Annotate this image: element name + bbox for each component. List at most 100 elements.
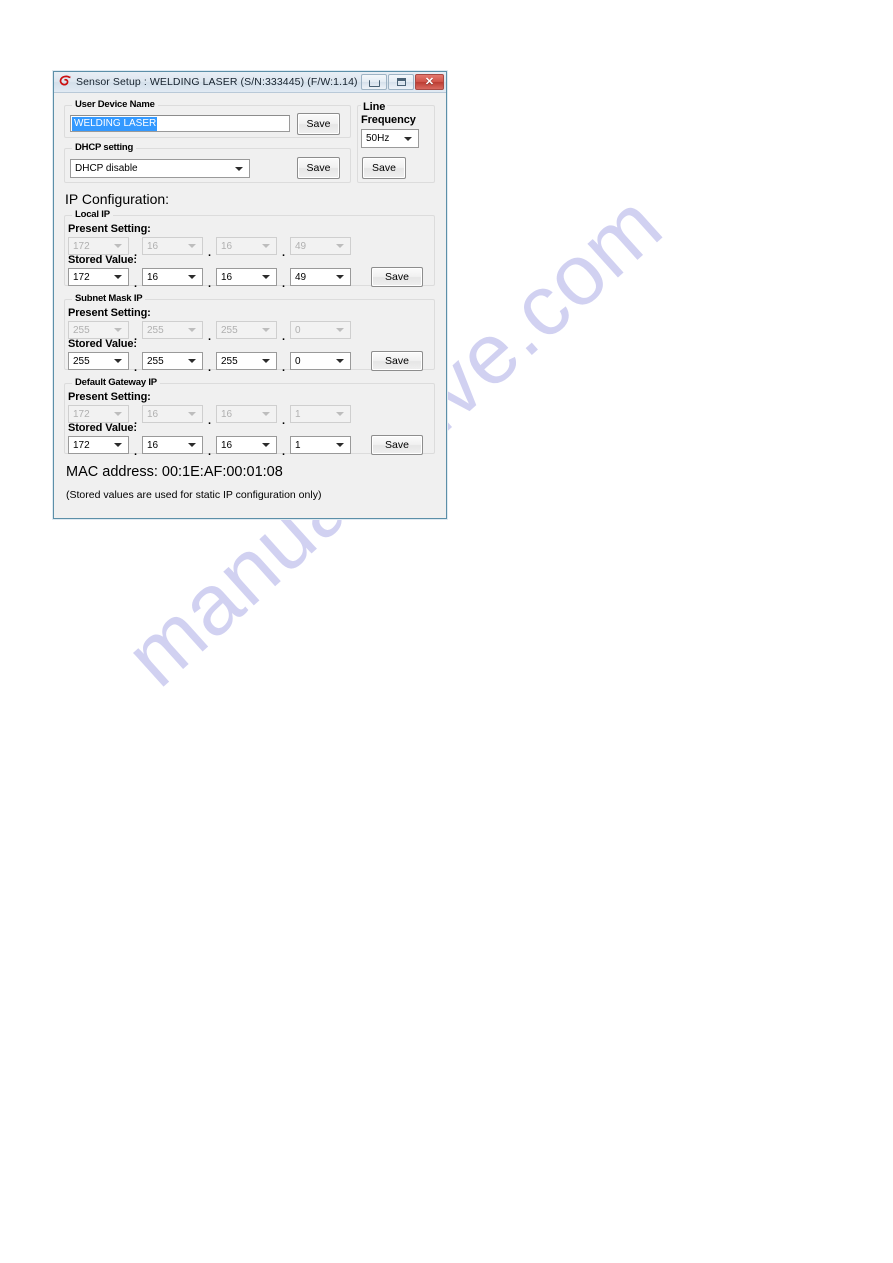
- dhcp-select[interactable]: DHCP disable: [70, 159, 250, 178]
- ip-separator: .: [282, 446, 286, 458]
- dhcp-value: DHCP disable: [75, 163, 138, 174]
- minimize-button[interactable]: [361, 74, 387, 90]
- ip-separator: .: [208, 278, 212, 290]
- user-device-name-value: WELDING LASER: [72, 116, 158, 131]
- window-title-bar: Sensor Setup : WELDING LASER (S/N:333445…: [54, 72, 446, 93]
- subnet-mask-stored-octet-4[interactable]: 0: [290, 352, 351, 370]
- ip-separator: .: [208, 415, 212, 427]
- default-gateway-stored-octet-3[interactable]: 16: [216, 436, 277, 454]
- local-ip-present-octet-3: 16: [216, 237, 277, 255]
- user-device-name-input[interactable]: WELDING LASER: [70, 115, 290, 132]
- window-title: Sensor Setup : WELDING LASER (S/N:333445…: [76, 76, 360, 88]
- subnet-mask-present-octet-1: 255: [68, 321, 129, 339]
- ip-separator: .: [134, 278, 138, 290]
- ip-separator: .: [282, 247, 286, 259]
- chevron-down-icon: [336, 359, 344, 363]
- chevron-down-icon: [114, 328, 122, 332]
- octet-value: 1: [295, 408, 301, 420]
- app-spiral-icon: [58, 75, 72, 89]
- chevron-down-icon: [336, 328, 344, 332]
- local-ip-save-label: Save: [385, 271, 409, 283]
- octet-value: 0: [295, 324, 301, 336]
- default-gateway-save-button[interactable]: Save: [371, 435, 423, 455]
- line-frequency-save-label: Save: [372, 162, 396, 174]
- chevron-down-icon: [188, 412, 196, 416]
- chevron-down-icon: [262, 443, 270, 447]
- subnet-mask-ip-group-title: Subnet Mask IP: [72, 293, 146, 304]
- line-frequency-title-line1: Line: [361, 101, 388, 113]
- subnet-mask-stored-label: Stored Value:: [68, 338, 137, 350]
- default-gateway-stored-octet-4[interactable]: 1: [290, 436, 351, 454]
- octet-value: 255: [147, 355, 164, 367]
- subnet-mask-present-octet-4: 0: [290, 321, 351, 339]
- chevron-down-icon: [114, 359, 122, 363]
- octet-value: 255: [73, 324, 90, 336]
- default-gateway-stored-octet-2[interactable]: 16: [142, 436, 203, 454]
- chevron-down-icon: [336, 412, 344, 416]
- maximize-button[interactable]: [388, 74, 414, 90]
- user-device-name-save-button[interactable]: Save: [297, 113, 340, 135]
- local-ip-stored-octet-3[interactable]: 16: [216, 268, 277, 286]
- local-ip-stored-octet-1[interactable]: 172: [68, 268, 129, 286]
- chevron-down-icon: [262, 275, 270, 279]
- octet-value: 16: [147, 271, 159, 283]
- local-ip-stored-octet-4[interactable]: 49: [290, 268, 351, 286]
- default-gateway-present-label: Present Setting:: [68, 391, 151, 403]
- chevron-down-icon: [262, 244, 270, 248]
- subnet-mask-stored-octet-2[interactable]: 255: [142, 352, 203, 370]
- chevron-down-icon: [114, 412, 122, 416]
- local-ip-save-button[interactable]: Save: [371, 267, 423, 287]
- local-ip-stored-octet-2[interactable]: 16: [142, 268, 203, 286]
- chevron-down-icon: [262, 359, 270, 363]
- subnet-mask-present-label: Present Setting:: [68, 307, 151, 319]
- ip-separator: .: [208, 247, 212, 259]
- default-gateway-save-label: Save: [385, 439, 409, 451]
- default-gateway-stored-label: Stored Value:: [68, 422, 137, 434]
- octet-value: 16: [221, 240, 233, 252]
- chevron-down-icon: [188, 443, 196, 447]
- close-button[interactable]: ✕: [415, 74, 444, 90]
- octet-value: 16: [147, 439, 159, 451]
- local-ip-present-octet-4: 49: [290, 237, 351, 255]
- chevron-down-icon: [188, 275, 196, 279]
- ip-separator: .: [282, 415, 286, 427]
- dhcp-save-button[interactable]: Save: [297, 157, 340, 179]
- close-icon: ✕: [424, 75, 435, 88]
- default-gateway-stored-octet-1[interactable]: 172: [68, 436, 129, 454]
- user-device-name-group-title: User Device Name: [72, 99, 158, 110]
- subnet-mask-stored-octet-1[interactable]: 255: [68, 352, 129, 370]
- chevron-down-icon: [114, 275, 122, 279]
- octet-value: 255: [221, 324, 238, 336]
- subnet-mask-stored-octet-3[interactable]: 255: [216, 352, 277, 370]
- chevron-down-icon: [188, 328, 196, 332]
- ip-separator: .: [208, 331, 212, 343]
- local-ip-present-octet-1: 172: [68, 237, 129, 255]
- default-gateway-present-octet-1: 172: [68, 405, 129, 423]
- line-frequency-save-button[interactable]: Save: [362, 157, 406, 179]
- ip-separator: .: [134, 362, 138, 374]
- octet-value: 255: [73, 355, 90, 367]
- octet-value: 49: [295, 271, 307, 283]
- default-gateway-present-octet-3: 16: [216, 405, 277, 423]
- chevron-down-icon: [336, 275, 344, 279]
- maximize-icon: [396, 78, 406, 86]
- ip-separator: .: [208, 362, 212, 374]
- static-ip-note: (Stored values are used for static IP co…: [66, 489, 322, 501]
- octet-value: 16: [221, 439, 233, 451]
- line-frequency-select[interactable]: 50Hz: [361, 129, 419, 148]
- ip-separator: .: [208, 446, 212, 458]
- chevron-down-icon: [404, 136, 412, 141]
- sensor-setup-window: Sensor Setup : WELDING LASER (S/N:333445…: [53, 71, 447, 519]
- octet-value: 16: [147, 240, 159, 252]
- octet-value: 172: [73, 408, 90, 420]
- chevron-down-icon: [336, 244, 344, 248]
- ip-separator: .: [282, 362, 286, 374]
- subnet-mask-save-button[interactable]: Save: [371, 351, 423, 371]
- octet-value: 1: [295, 439, 301, 451]
- chevron-down-icon: [262, 412, 270, 416]
- local-ip-group-title: Local IP: [72, 209, 113, 220]
- octet-value: 172: [73, 271, 90, 283]
- ip-separator: .: [282, 278, 286, 290]
- ip-separator: .: [282, 331, 286, 343]
- octet-value: 16: [221, 408, 233, 420]
